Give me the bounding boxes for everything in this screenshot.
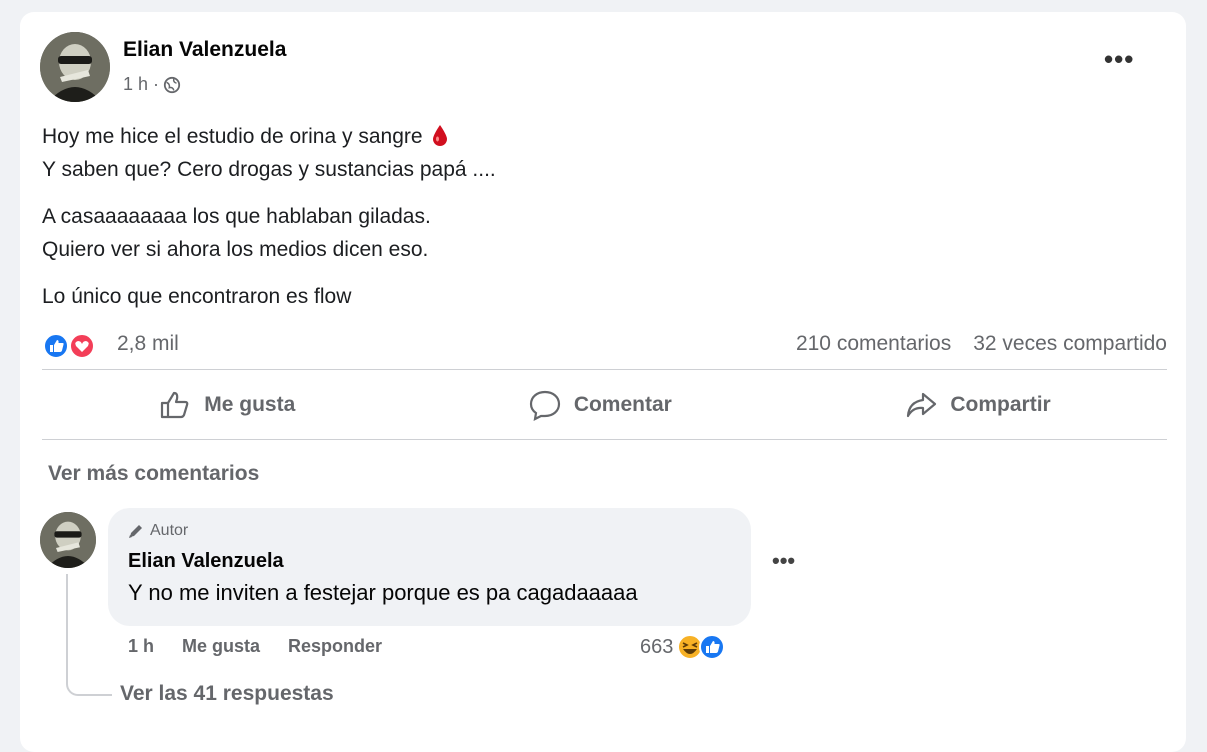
comment-icon xyxy=(529,390,560,421)
shares-count[interactable]: 32 veces compartido xyxy=(973,332,1167,356)
post-paragraph: Hoy me hice el estudio de orina y sangre… xyxy=(42,120,1142,186)
see-more-comments-link[interactable]: Ver más comentarios xyxy=(48,462,259,486)
post-actions: Me gusta Comentar Compartir xyxy=(42,370,1167,440)
globe-icon xyxy=(163,76,181,93)
comment-reaction-count: 663 xyxy=(640,635,674,658)
reply-thread-line xyxy=(66,574,112,696)
share-button[interactable]: Compartir xyxy=(884,380,1070,430)
author-name[interactable]: Elian Valenzuela xyxy=(123,38,286,62)
reaction-icons[interactable] xyxy=(42,332,108,360)
like-label: Me gusta xyxy=(204,393,296,416)
comment-reactions[interactable]: 663 xyxy=(640,632,729,662)
author-badge-label: Autor xyxy=(150,522,189,539)
post-line: Y saben que? Cero drogas y sustancias pa… xyxy=(42,158,496,181)
comment-author-name[interactable]: Elian Valenzuela xyxy=(128,550,284,573)
post-card: Elian Valenzuela 1 h · ••• Hoy me hice e… xyxy=(20,12,1186,752)
haha-icon xyxy=(677,634,704,660)
like-icon xyxy=(699,634,726,660)
post-paragraph: Lo único que encontraron es flow xyxy=(42,280,1142,313)
post-text: Hoy me hice el estudio de orina y sangre… xyxy=(42,120,1142,327)
love-icon xyxy=(69,333,95,359)
comment-button[interactable]: Comentar xyxy=(508,380,692,430)
post-stats: 210 comentarios 32 veces compartido xyxy=(796,332,1167,356)
reaction-count[interactable]: 2,8 mil xyxy=(117,332,179,356)
share-icon xyxy=(907,392,937,418)
comment-like-button[interactable]: Me gusta xyxy=(182,636,260,657)
share-label: Compartir xyxy=(950,393,1051,416)
comments-count[interactable]: 210 comentarios xyxy=(796,332,951,356)
thumbs-up-icon xyxy=(161,391,189,419)
view-replies-link[interactable]: Ver las 41 respuestas xyxy=(120,682,334,706)
comment-more-button[interactable]: ••• xyxy=(772,550,795,572)
comment-bubble: Autor Elian Valenzuela Y no me inviten a… xyxy=(108,508,751,626)
post-paragraph: A casaaaaaaaa los que hablaban giladas. … xyxy=(42,200,1142,266)
comment-label: Comentar xyxy=(573,393,672,416)
like-icon xyxy=(43,333,69,359)
comment-text: Y no me inviten a festejar porque es pa … xyxy=(128,580,638,605)
post-time[interactable]: 1 h · xyxy=(123,74,159,95)
reactions-row: 2,8 mil 210 comentarios 32 veces compart… xyxy=(42,330,1167,362)
comment-time[interactable]: 1 h xyxy=(128,636,154,657)
post-line: A casaaaaaaaa los que hablaban giladas. xyxy=(42,205,431,228)
divider xyxy=(42,439,1167,440)
comment-author-avatar[interactable] xyxy=(40,512,96,568)
author-badge: Autor xyxy=(128,522,188,540)
pen-icon xyxy=(129,525,142,538)
blood-drop-icon xyxy=(433,125,448,146)
reaction-icons xyxy=(677,634,726,660)
post-line: Hoy me hice el estudio de orina y sangre xyxy=(42,125,423,148)
post-more-button[interactable]: ••• xyxy=(1104,46,1144,74)
comment-actions: 1 h Me gusta Responder xyxy=(128,636,382,657)
comment-reply-button[interactable]: Responder xyxy=(288,636,382,657)
post-line: Quiero ver si ahora los medios dicen eso… xyxy=(42,238,429,261)
like-button[interactable]: Me gusta xyxy=(138,380,315,430)
author-avatar[interactable] xyxy=(40,32,110,102)
post-meta: 1 h · xyxy=(123,74,181,95)
post-line: Lo único que encontraron es flow xyxy=(42,285,352,308)
